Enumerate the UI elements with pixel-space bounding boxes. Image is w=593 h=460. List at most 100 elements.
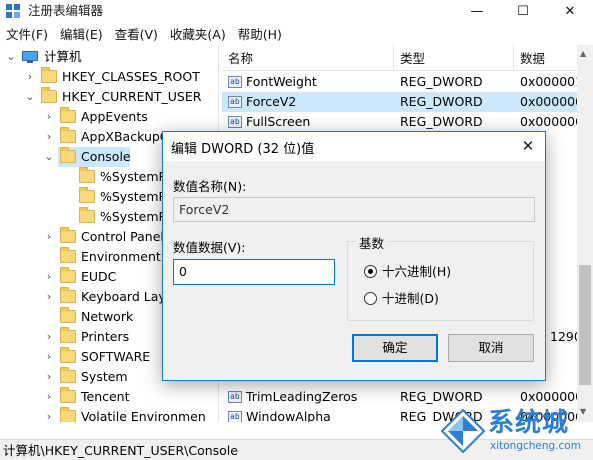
tree-label: Control Panel bbox=[81, 229, 164, 244]
folder-icon bbox=[60, 387, 76, 403]
tree-node[interactable]: › Volatile Environmen bbox=[0, 407, 218, 422]
folder-icon bbox=[60, 367, 76, 383]
base-groupbox: 基数 十六进制(H) 十进制(D) bbox=[347, 233, 534, 321]
list-row[interactable]: FullScreen REG_DWORD 0x000000 bbox=[222, 112, 580, 132]
watermark-logo-icon bbox=[440, 408, 486, 454]
expand-icon[interactable]: › bbox=[44, 407, 54, 422]
tree-node-computer[interactable]: ⌄ 计算机 bbox=[0, 47, 218, 67]
collapse-icon[interactable]: ⌄ bbox=[6, 47, 16, 67]
menu-view[interactable]: 查看(V) bbox=[109, 25, 164, 45]
folder-icon bbox=[60, 267, 76, 283]
cancel-button[interactable]: 取消 bbox=[448, 334, 534, 362]
folder-icon bbox=[60, 407, 76, 422]
expand-icon[interactable]: › bbox=[44, 287, 54, 307]
expand-icon[interactable]: › bbox=[44, 347, 54, 367]
edit-dword-dialog: 编辑 DWORD (32 位)值 ✕ 数值名称(N): ForceV2 数值数据… bbox=[162, 131, 546, 381]
title-bar: 注册表编辑器 — ☐ ✕ bbox=[0, 0, 593, 22]
cell-type: REG_DWORD bbox=[400, 94, 483, 109]
cell-type: REG_DWORD bbox=[400, 74, 483, 89]
tree-label: %SystemR bbox=[100, 189, 168, 204]
scroll-up-icon[interactable]: ▲ bbox=[580, 49, 586, 58]
tree-label: Tencent bbox=[81, 389, 130, 404]
column-name-header[interactable]: 名称 bbox=[222, 45, 394, 71]
tree-node[interactable]: › HKEY_CLASSES_ROOT bbox=[0, 67, 218, 87]
dword-value-icon bbox=[228, 407, 242, 422]
expand-icon[interactable]: › bbox=[44, 367, 54, 387]
tree-node[interactable]: › Tencent bbox=[0, 387, 218, 407]
tree-label: EUDC bbox=[81, 269, 117, 284]
minimize-button[interactable]: — bbox=[454, 0, 500, 22]
dword-value-icon bbox=[228, 72, 242, 92]
dialog-close-icon[interactable]: ✕ bbox=[515, 135, 541, 157]
watermark: 系统城 xitongcheng.com bbox=[440, 404, 590, 458]
scrollbar-thumb[interactable] bbox=[579, 265, 591, 385]
value-data-input[interactable]: 0 bbox=[173, 259, 335, 285]
radio-decimal-label: 十进制(D) bbox=[382, 291, 439, 306]
watermark-url: xitongcheng.com bbox=[490, 440, 581, 452]
menu-edit[interactable]: 编辑(E) bbox=[54, 25, 109, 45]
dword-value-icon bbox=[228, 92, 242, 112]
tree-label: HKEY_CURRENT_USER bbox=[62, 89, 202, 104]
cell-name: FullScreen bbox=[246, 114, 311, 129]
list-row[interactable]: ForceV2 REG_DWORD 0x000000 bbox=[222, 92, 580, 112]
cell-name: TrimLeadingZeros bbox=[246, 389, 358, 404]
value-name-field: ForceV2 bbox=[173, 197, 535, 222]
menu-help[interactable]: 帮助(H) bbox=[232, 25, 288, 45]
folder-icon bbox=[79, 187, 95, 203]
tree-label: AppXBackupC bbox=[81, 129, 169, 144]
folder-icon bbox=[60, 147, 76, 163]
base-label: 基数 bbox=[356, 233, 388, 252]
ok-button[interactable]: 确定 bbox=[352, 334, 438, 362]
tree-label: System bbox=[81, 369, 128, 384]
tree-label: Environment bbox=[81, 249, 161, 264]
expand-icon[interactable]: › bbox=[44, 267, 54, 287]
close-button[interactable]: ✕ bbox=[547, 0, 593, 22]
menu-favorites[interactable]: 收藏夹(A) bbox=[164, 25, 232, 45]
menu-file[interactable]: 文件(F) bbox=[0, 25, 54, 45]
column-type-header[interactable]: 类型 bbox=[394, 45, 514, 71]
tree-label: Volatile Environmen bbox=[81, 409, 206, 422]
tree-node[interactable]: ⌄ Console bbox=[44, 147, 131, 167]
radio-decimal-indicator[interactable] bbox=[364, 292, 377, 305]
cell-name: ForceV2 bbox=[246, 94, 297, 109]
list-header: 名称 类型 数据 bbox=[222, 45, 593, 71]
cell-name: WindowAlpha bbox=[246, 409, 331, 422]
watermark-brand: 系统城 bbox=[488, 408, 570, 438]
expand-icon[interactable]: › bbox=[44, 127, 54, 147]
cell-data: 0x000000 bbox=[520, 114, 580, 129]
folder-icon bbox=[60, 287, 76, 303]
tree-label: AppEvents bbox=[81, 109, 148, 124]
tree-label: %SystemR bbox=[100, 209, 168, 224]
folder-icon bbox=[60, 247, 76, 263]
radio-hex-indicator[interactable] bbox=[364, 265, 377, 278]
collapse-icon[interactable]: ⌄ bbox=[44, 147, 54, 167]
cell-type: REG_DWORD bbox=[400, 114, 483, 129]
cell-data: 0x000001 bbox=[520, 74, 580, 89]
tree-node[interactable]: ⌄ HKEY_CURRENT_USER bbox=[0, 87, 218, 107]
computer-icon bbox=[22, 51, 38, 63]
window-title: 注册表编辑器 bbox=[28, 3, 104, 18]
expand-icon[interactable]: › bbox=[44, 227, 54, 247]
expand-icon[interactable]: › bbox=[44, 107, 54, 127]
folder-icon bbox=[60, 327, 76, 343]
expand-icon[interactable]: › bbox=[44, 327, 54, 347]
cell-data: 0x000000 bbox=[520, 94, 580, 109]
folder-icon bbox=[60, 227, 76, 243]
folder-icon bbox=[79, 207, 95, 223]
maximize-button[interactable]: ☐ bbox=[500, 0, 546, 22]
menu-bar: 文件(F) 编辑(E) 查看(V) 收藏夹(A) 帮助(H) bbox=[0, 25, 593, 45]
dword-value-icon bbox=[228, 112, 242, 132]
folder-icon bbox=[60, 307, 76, 323]
tree-label: Keyboard Lay bbox=[81, 289, 166, 304]
expand-icon[interactable]: › bbox=[44, 387, 54, 407]
tree-node[interactable]: › AppEvents bbox=[0, 107, 218, 127]
tree-label: Printers bbox=[81, 329, 130, 344]
vertical-scrollbar[interactable]: ▲ ▼ bbox=[577, 45, 593, 422]
expand-icon[interactable]: › bbox=[25, 67, 35, 87]
status-path: 计算机\HKEY_CURRENT_USER\Console bbox=[3, 443, 238, 458]
tree-label: 计算机 bbox=[44, 49, 82, 64]
tree-label: %SystemR bbox=[100, 169, 168, 184]
cell-name: FontWeight bbox=[246, 74, 317, 89]
collapse-icon[interactable]: ⌄ bbox=[25, 87, 35, 107]
list-row[interactable]: FontWeight REG_DWORD 0x000001 bbox=[222, 72, 580, 92]
